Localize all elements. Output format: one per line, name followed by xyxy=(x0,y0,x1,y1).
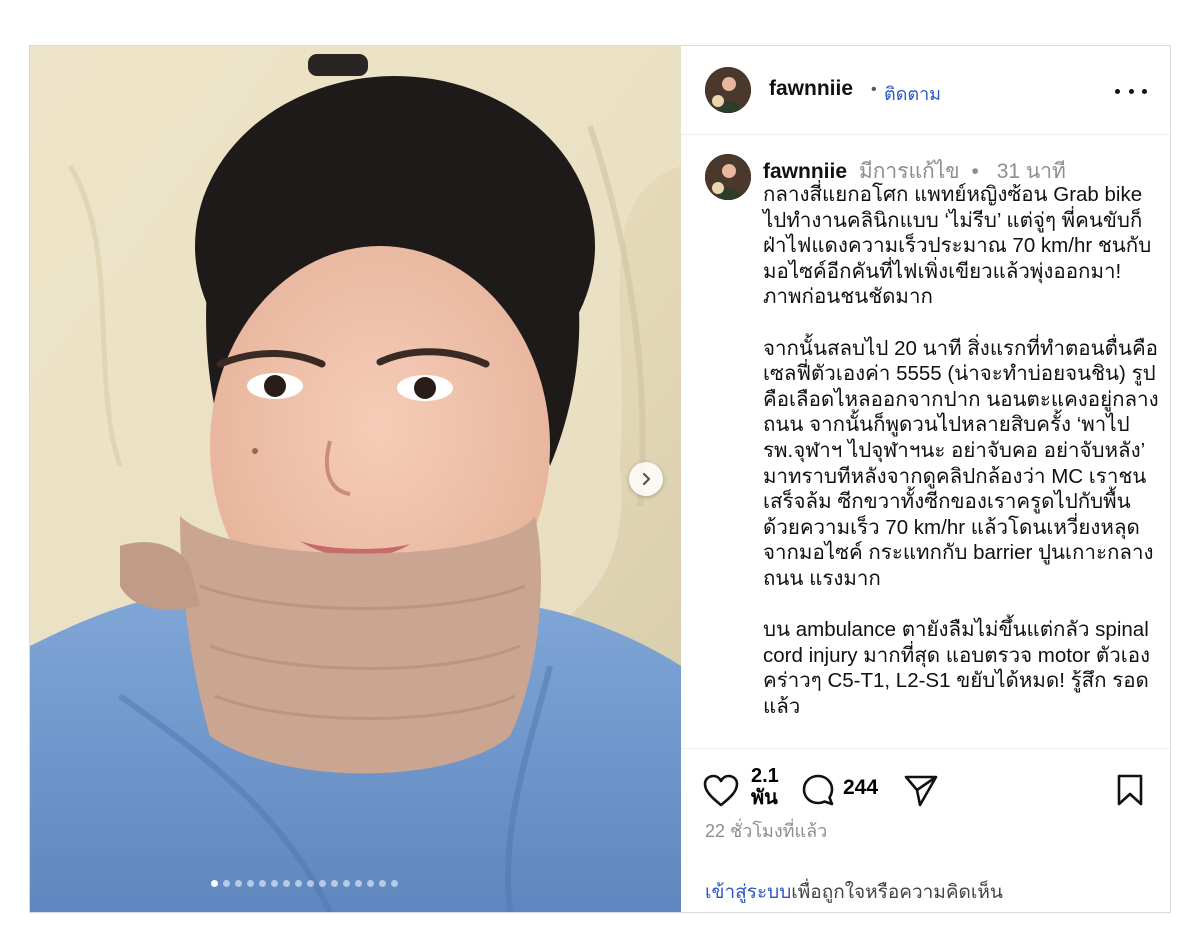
login-prompt-text: เพื่อถูกใจหรือความคิดเห็น xyxy=(791,882,1003,903)
post-header: fawnniie • ติดตาม xyxy=(681,46,1170,135)
comment-count[interactable]: 244 xyxy=(843,776,878,800)
login-prompt: เข้าสู่ระบบเพื่อถูกใจหรือความคิดเห็น xyxy=(705,877,1003,907)
carousel-dot xyxy=(331,880,338,887)
avatar[interactable] xyxy=(705,67,751,113)
heart-icon[interactable] xyxy=(703,774,739,808)
carousel-dot xyxy=(283,880,290,887)
action-bar: 2.1 พัน 244 22 ชั่วโมงที่แล้ว เข้าสู่ระบ… xyxy=(681,748,1170,912)
post-timestamp: 22 ชั่วโมงที่แล้ว xyxy=(705,821,828,841)
caption-username[interactable]: fawnniie xyxy=(763,160,847,183)
bookmark-icon[interactable] xyxy=(1115,773,1145,807)
avatar-image xyxy=(705,154,751,200)
caption-paragraph: กลางสี่แยกอโศก แพทย์หญิงซ้อน Grab bike ไ… xyxy=(763,183,1152,309)
comment-bubble-icon[interactable] xyxy=(801,773,835,807)
caption-paragraph: จากนั้นสลบไป 20 นาที สิ่งแรกที่ทำตอนตื่น… xyxy=(763,336,1159,590)
post-photo[interactable] xyxy=(30,46,681,912)
paper-plane-icon[interactable] xyxy=(903,773,939,807)
carousel-dot xyxy=(235,880,242,887)
carousel-dot xyxy=(223,880,230,887)
carousel-dot xyxy=(295,880,302,887)
edited-label: มีการแก้ไข xyxy=(858,160,960,183)
carousel-dot xyxy=(379,880,386,887)
carousel-dot xyxy=(343,880,350,887)
carousel-dot xyxy=(211,880,218,887)
carousel-dot xyxy=(259,880,266,887)
carousel-dot xyxy=(355,880,362,887)
separator-dot: • xyxy=(971,160,979,183)
more-options-icon[interactable] xyxy=(1115,79,1147,103)
post-age: 31 นาที xyxy=(996,160,1066,183)
carousel-dot xyxy=(391,880,398,887)
instagram-post-card: fawnniie • ติดตาม fawnniie มีการแก้ไข • … xyxy=(29,45,1171,913)
carousel-dot xyxy=(247,880,254,887)
chevron-right-icon xyxy=(642,472,651,486)
carousel-dot xyxy=(367,880,374,887)
login-link[interactable]: เข้าสู่ระบบ xyxy=(705,882,791,903)
avatar-image xyxy=(705,67,751,113)
carousel-dot xyxy=(307,880,314,887)
carousel-indicator xyxy=(211,880,398,887)
post-sidebar: fawnniie • ติดตาม fawnniie มีการแก้ไข • … xyxy=(681,46,1170,912)
follow-button[interactable]: ติดตาม xyxy=(884,79,941,108)
carousel-next-button[interactable] xyxy=(629,462,663,496)
separator-dot: • xyxy=(871,81,877,98)
carousel-dot xyxy=(319,880,326,887)
selfie-image xyxy=(30,46,681,912)
carousel-dot xyxy=(271,880,278,887)
avatar[interactable] xyxy=(705,154,751,200)
caption-text: กลางสี่แยกอโศก แพทย์หญิงซ้อน Grab bike ไ… xyxy=(763,182,1163,745)
username-link[interactable]: fawnniie xyxy=(769,77,853,101)
caption-section: fawnniie มีการแก้ไข • 31 นาที กลางสี่แยก… xyxy=(681,136,1170,748)
like-count[interactable]: 2.1 พัน xyxy=(751,765,791,809)
caption-paragraph: บน ambulance ตายังลืมไม่ขึ้นแต่กลัว spin… xyxy=(763,618,1151,718)
